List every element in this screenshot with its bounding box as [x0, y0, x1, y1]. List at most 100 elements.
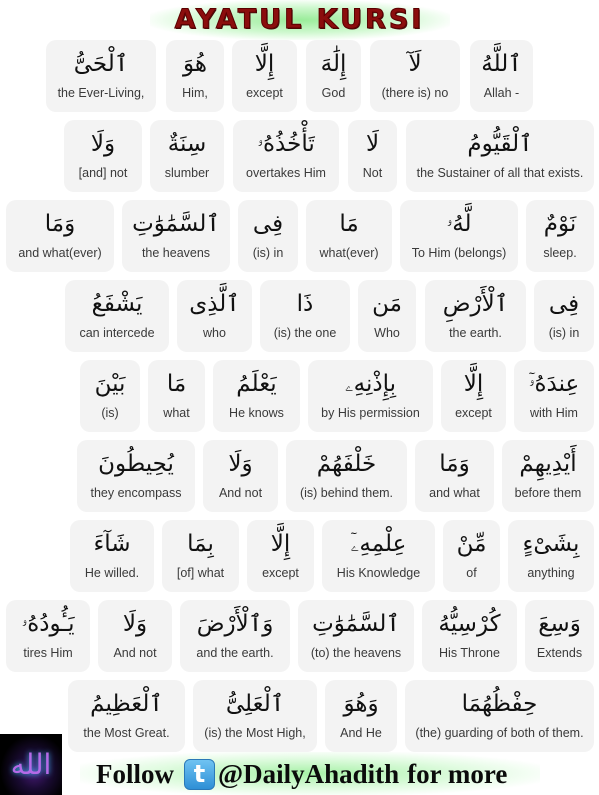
arabic-word: ٱلسَّمَٰوَٰتِ	[132, 211, 220, 237]
word-card: ٱلْأَرْضِ the earth.	[425, 280, 526, 352]
english-translation: To Him (belongs)	[411, 246, 507, 260]
word-card: مَن Who	[358, 280, 416, 352]
word-card: وَمَا and what(ever)	[6, 200, 114, 272]
word-card: ٱلْعَظِيمُ the Most Great.	[68, 680, 185, 752]
word-card: مِّنْ of	[443, 520, 500, 592]
english-translation: (is) in	[548, 326, 580, 340]
english-translation: tires Him	[23, 646, 73, 660]
arabic-word: ٱلْقَيُّومُ	[467, 131, 533, 157]
word-card: ٱلسَّمَٰوَٰتِ the heavens	[122, 200, 230, 272]
arabic-word: ٱلْعَظِيمُ	[90, 691, 163, 717]
arabic-word: وَلَا	[122, 611, 148, 637]
word-card: يَـُٔودُهُۥ tires Him	[6, 600, 90, 672]
word-card: فِى (is) in	[238, 200, 298, 272]
word-card: هُوَ Him,	[166, 40, 224, 112]
english-translation: the heavens	[141, 246, 211, 260]
english-translation: Extends	[536, 646, 583, 660]
word-card: مَا what	[148, 360, 205, 432]
arabic-word: يَشْفَعُ	[91, 291, 143, 317]
arabic-word: وَٱلْأَرْضَ	[196, 611, 274, 637]
english-translation: the Ever-Living,	[57, 86, 145, 100]
follow-banner[interactable]: Follow t @DailyAhadith for more	[96, 756, 507, 792]
word-card: إِلَّا except	[247, 520, 314, 592]
page-title: AYATUL KURSI	[174, 4, 425, 36]
english-translation: And He	[340, 726, 382, 740]
english-translation: anything	[527, 566, 575, 580]
follow-suffix: for more	[407, 758, 508, 789]
arabic-word: بَيْنَ	[94, 371, 126, 397]
arabic-word: كُرْسِيُّهُ	[438, 611, 501, 637]
twitter-bird-icon[interactable]: t	[184, 758, 215, 790]
english-translation: by His permission	[321, 406, 420, 420]
word-card: تَأْخُذُهُۥ overtakes Him	[233, 120, 339, 192]
english-translation: the Most Great.	[83, 726, 170, 740]
word-card: بِمَا [of] what	[162, 520, 239, 592]
arabic-word: بِمَا	[187, 531, 214, 557]
word-card: بِإِذْنِهِۦ by His permission	[308, 360, 433, 432]
english-translation: (there is) no	[381, 86, 449, 100]
english-translation: (is) behind them.	[299, 486, 394, 500]
arabic-word: تَأْخُذُهُۥ	[257, 131, 315, 157]
arabic-word: وَهُوَ	[343, 691, 379, 717]
english-translation: except	[455, 406, 492, 420]
arabic-word: مَا	[339, 211, 359, 237]
allah-calligraphy-logo: الله	[0, 734, 62, 795]
word-card: وَهُوَ And He	[325, 680, 397, 752]
arabic-word: خَلْفَهُمْ	[316, 451, 377, 477]
arabic-word: فِى	[548, 291, 580, 317]
word-card: ٱلْعَلِىُّ (is) the Most High,	[193, 680, 317, 752]
arabic-word: سِنَةٌ	[167, 131, 207, 157]
logo-glyph: الله	[10, 748, 52, 781]
english-translation: (the) guarding of both of them.	[415, 726, 584, 740]
twitter-handle[interactable]: @DailyAhadith	[218, 759, 399, 790]
english-translation: what(ever)	[319, 246, 379, 260]
word-card: عِندَهُۥٓ with Him	[514, 360, 594, 432]
arabic-word: وَمَا	[44, 211, 76, 237]
english-translation: and what	[429, 486, 480, 500]
word-card: وَلَا And not	[203, 440, 278, 512]
english-translation: except	[262, 566, 299, 580]
arabic-word: مَن	[372, 291, 402, 317]
word-card: ٱلَّذِى who	[177, 280, 252, 352]
word-card: ذَا (is) the one	[260, 280, 350, 352]
arabic-word: لَّهُۥ	[446, 211, 472, 237]
arabic-word: إِلَّا	[463, 371, 484, 397]
english-translation: Who	[374, 326, 400, 340]
arabic-word: إِلَٰهَ	[320, 51, 347, 77]
word-card: فِى (is) in	[534, 280, 594, 352]
word-card: عِلْمِهِۦٓ His Knowledge	[322, 520, 435, 592]
word-card: إِلَّا except	[441, 360, 506, 432]
arabic-word: يُحِيطُونَ	[98, 451, 174, 477]
english-translation: Allah -	[483, 86, 520, 100]
english-translation: And not	[218, 486, 263, 500]
word-card: إِلَٰهَ God	[306, 40, 361, 112]
arabic-word: إِلَّا	[254, 51, 275, 77]
english-translation: slumber	[164, 166, 210, 180]
follow-label: Follow	[96, 758, 174, 789]
arabic-word: وَلَا	[228, 451, 253, 477]
english-translation: Not	[362, 166, 383, 180]
english-translation: the earth.	[449, 326, 502, 340]
word-card: يَعْلَمُ He knows	[213, 360, 300, 432]
word-card: حِفْظُهُمَا (the) guarding of both of the…	[405, 680, 594, 752]
english-translation: what	[163, 406, 190, 420]
arabic-word: ٱلْحَىُّ	[73, 51, 129, 77]
arabic-word: نَوْمٌ	[543, 211, 577, 237]
english-translation: before them	[514, 486, 582, 500]
arabic-word: ٱلْأَرْضِ	[442, 291, 509, 317]
english-translation: of	[466, 566, 477, 580]
word-card: سِنَةٌ slumber	[150, 120, 224, 192]
english-translation: [of] what	[176, 566, 225, 580]
word-card: ٱللَّهُ Allah -	[470, 40, 533, 112]
arabic-word: وَسِعَ	[538, 611, 581, 637]
english-translation: and what(ever)	[18, 246, 102, 260]
arabic-word: عِلْمِهِۦٓ	[350, 531, 407, 557]
arabic-word: ٱلسَّمَٰوَٰتِ	[312, 611, 400, 637]
word-card: وَٱلْأَرْضَ and the earth.	[180, 600, 290, 672]
arabic-word: يَعْلَمُ	[236, 371, 277, 397]
english-translation: sleep.	[543, 246, 577, 260]
english-translation: His Knowledge	[336, 566, 421, 580]
arabic-word: ٱللَّهُ	[481, 51, 522, 77]
english-translation: with Him	[530, 406, 578, 420]
word-card: ٱلْقَيُّومُ the Sustainer of all that exi…	[406, 120, 594, 192]
